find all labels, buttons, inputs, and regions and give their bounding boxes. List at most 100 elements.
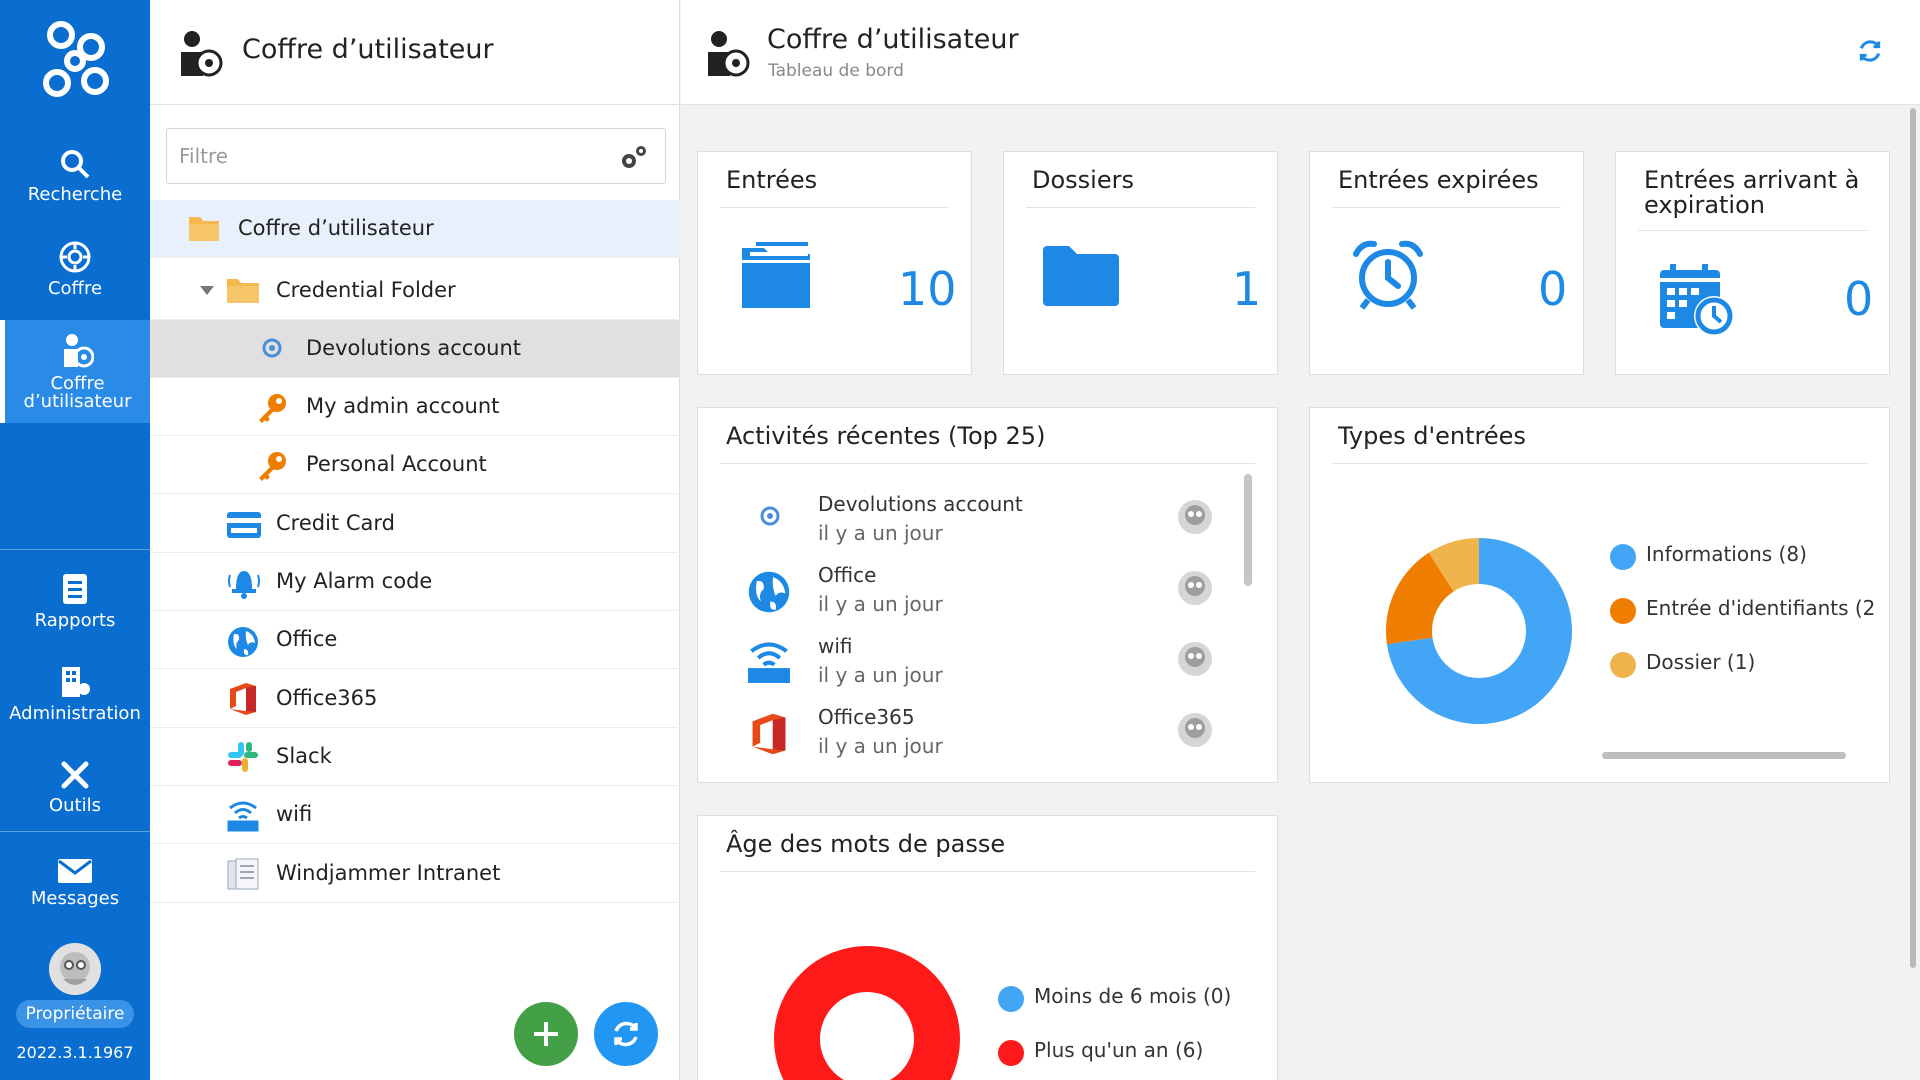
tree-item-devolutions-account[interactable]: Devolutions account xyxy=(150,320,680,378)
globe-icon xyxy=(228,627,258,657)
activity-item[interactable]: wifi il y a un jour xyxy=(698,630,1212,700)
add-entry-button[interactable] xyxy=(514,1002,578,1066)
legend-dot xyxy=(998,1040,1024,1066)
devolutions-icon xyxy=(760,506,780,526)
activity-time: il y a un jour xyxy=(818,663,943,687)
activity-time: il y a un jour xyxy=(818,592,943,616)
office365-icon xyxy=(230,683,256,715)
legend-dot xyxy=(1610,598,1636,624)
stat-card-folders[interactable]: Dossiers 1 xyxy=(1003,151,1278,375)
legend-label: Plus qu'un an (6) xyxy=(1034,1038,1204,1062)
tree-item-my-admin-account[interactable]: My admin account xyxy=(150,378,680,436)
nav-item-user-vault[interactable]: Coffre d’utilisateur xyxy=(0,320,150,423)
tree-item-credential-folder[interactable]: Credential Folder xyxy=(150,262,680,320)
nav-item-vault-label: Coffre xyxy=(47,278,103,299)
calendar-clock-icon xyxy=(1660,264,1734,336)
activity-name: Office xyxy=(818,563,877,587)
filter-box xyxy=(166,128,666,184)
avatar xyxy=(1178,500,1212,534)
avatar-image xyxy=(49,943,101,995)
password-age-card: Âge des mots de passe Moins de 6 mois (0… xyxy=(697,815,1278,1080)
activity-name: Office365 xyxy=(818,705,915,729)
user-vault-icon xyxy=(708,31,750,77)
refresh-tree-button[interactable] xyxy=(594,1002,658,1066)
legend-label: Entrée d'identifiants (2 xyxy=(1646,596,1876,620)
page-title: Coffre d’utilisateur xyxy=(767,24,1019,55)
activity-item[interactable]: Devolutions account il y a un jour xyxy=(698,488,1212,558)
plus-icon xyxy=(534,1022,558,1046)
entry-types-card: Types d'entrées Informations (8) Entrée … xyxy=(1309,407,1890,783)
stat-card-title: Entrées xyxy=(726,166,818,194)
filter-settings-icon[interactable] xyxy=(619,143,649,171)
password-age-title: Âge des mots de passe xyxy=(726,830,1006,858)
stat-card-entries[interactable]: Entrées 10 xyxy=(697,151,972,375)
user-avatar[interactable] xyxy=(49,943,101,995)
nav-separator xyxy=(0,831,150,832)
stat-card-value: 0 xyxy=(1844,272,1874,326)
tree-item-office365[interactable]: Office365 xyxy=(150,670,680,728)
nav-item-messages-label: Messages xyxy=(30,888,120,909)
nav-item-messages[interactable]: Messages xyxy=(0,845,150,921)
tree-title: Coffre d’utilisateur xyxy=(242,34,494,65)
stat-card-title: Entrées expirées xyxy=(1338,166,1539,194)
tree-item-credit-card[interactable]: Credit Card xyxy=(150,495,680,553)
stat-card-value: 0 xyxy=(1538,262,1568,316)
legend-dot xyxy=(998,986,1024,1012)
nav-item-tools[interactable]: Outils xyxy=(0,749,150,825)
main-scrollbar[interactable] xyxy=(1910,108,1916,968)
folder-icon xyxy=(189,217,219,241)
activity-name: wifi xyxy=(818,634,853,658)
nav-item-tools-label: Outils xyxy=(48,795,101,816)
donut-slice-plus-qu-un-an[interactable] xyxy=(774,946,960,1080)
refresh-icon[interactable] xyxy=(1857,38,1883,64)
folder-stack-icon xyxy=(742,242,810,308)
tree-item-personal-account[interactable]: Personal Account xyxy=(150,436,680,494)
nav-item-vault[interactable]: Coffre xyxy=(0,231,150,307)
app-version: 2022.3.1.1967 xyxy=(16,1043,134,1062)
legend-label: Moins de 6 mois (0) xyxy=(1034,984,1232,1008)
stat-card-value: 1 xyxy=(1232,262,1262,316)
nav-item-reports[interactable]: Rapports xyxy=(0,563,150,639)
credit-card-icon xyxy=(227,512,261,538)
user-vault-icon xyxy=(181,31,223,77)
activity-name: Devolutions account xyxy=(818,492,1023,516)
alarm-bell-icon xyxy=(228,571,260,599)
app-logo[interactable] xyxy=(0,0,150,120)
tree-item-label: Coffre d’utilisateur xyxy=(238,216,434,240)
activity-item[interactable]: Office il y a un jour xyxy=(698,559,1212,629)
recent-activities-title: Activités récentes (Top 25) xyxy=(726,422,1046,450)
filter-input[interactable] xyxy=(179,141,599,171)
tree-item-office[interactable]: Office xyxy=(150,611,680,669)
main-navigation: Recherche Coffre Coffre d’utilisateur Ra… xyxy=(0,0,150,1080)
activity-item[interactable]: Office365 il y a un jour xyxy=(698,701,1212,771)
nav-item-reports-label: Rapports xyxy=(34,610,116,631)
vault-icon xyxy=(59,241,91,273)
stat-card-expiring-entries[interactable]: Entrées arrivant à expiration 0 xyxy=(1615,151,1890,375)
nav-item-search[interactable]: Recherche xyxy=(0,138,150,214)
stat-card-expired-entries[interactable]: Entrées expirées 0 xyxy=(1309,151,1584,375)
tree-item-slack[interactable]: Slack xyxy=(150,728,680,786)
nav-separator xyxy=(0,549,150,550)
avatar xyxy=(1178,713,1212,747)
tree-item-windjammer-intranet[interactable]: Windjammer Intranet xyxy=(150,845,680,903)
legend-label: Informations (8) xyxy=(1646,542,1807,566)
tree-header: Coffre d’utilisateur xyxy=(150,0,680,105)
vault-tree-panel: Coffre d’utilisateur Coffre d’utilisateu… xyxy=(150,0,680,1080)
dashboard-header: Coffre d’utilisateur Tableau de bord xyxy=(681,0,1920,105)
nav-item-user-vault-label-line1: Coffre xyxy=(50,372,105,394)
tree-item-my-alarm-code[interactable]: My Alarm code xyxy=(150,553,680,611)
tree-item-wifi[interactable]: wifi xyxy=(150,786,680,844)
tree-item-label: Office365 xyxy=(276,686,378,710)
legend-scrollbar[interactable] xyxy=(1602,752,1846,759)
legend-dot xyxy=(1610,544,1636,570)
stat-card-title: Dossiers xyxy=(1032,166,1134,194)
activities-scrollbar[interactable] xyxy=(1244,474,1252,586)
owner-badge[interactable]: Propriétaire xyxy=(16,1000,134,1028)
tree-item-label: Office xyxy=(276,627,338,651)
tree-item-root[interactable]: Coffre d’utilisateur xyxy=(150,200,680,258)
nav-item-administration[interactable]: Administration xyxy=(0,656,150,732)
nav-item-administration-label: Administration xyxy=(9,703,141,724)
folder-icon xyxy=(227,279,259,303)
chevron-down-icon[interactable] xyxy=(200,286,214,295)
user-vault-icon xyxy=(63,333,94,367)
